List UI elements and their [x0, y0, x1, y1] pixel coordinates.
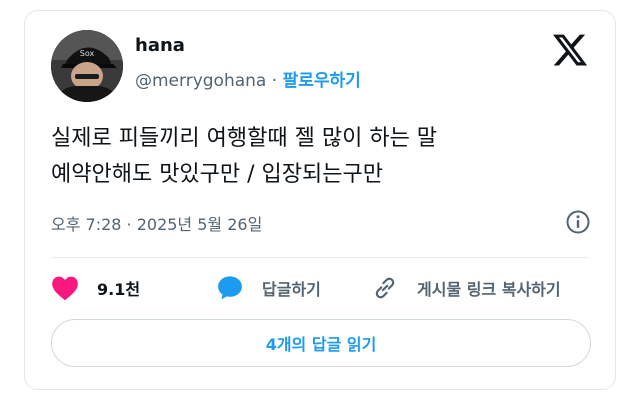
like-button[interactable]: 9.1천: [51, 273, 140, 303]
x-logo-icon[interactable]: [551, 31, 589, 69]
action-bar: 9.1천 답글하기 게시물 링크 복사하기: [51, 273, 599, 303]
speech-bubble-icon: [216, 274, 244, 302]
divider: [51, 257, 589, 258]
follow-button[interactable]: 팔로우하기: [283, 71, 361, 91]
link-icon: [371, 274, 399, 302]
display-name[interactable]: hana: [135, 35, 185, 56]
handle[interactable]: @merrygohana: [135, 71, 266, 91]
heart-icon: [51, 274, 79, 302]
like-count: 9.1천: [97, 280, 141, 299]
handle-row: @merrygohana · 팔로우하기: [135, 66, 361, 91]
reply-button[interactable]: 답글하기: [216, 273, 321, 303]
tweet-text: 실제로 피들끼리 여행할때 젤 많이 하는 말 예약안해도 맛있구만 / 입장되…: [51, 121, 599, 193]
tweet-text-line: 예약안해도 맛있구만 / 입장되는구만: [51, 162, 383, 187]
handle-separator: ·: [266, 71, 283, 91]
tweet-text-line: 실제로 피들끼리 여행할때 젤 많이 하는 말: [51, 126, 438, 151]
avatar[interactable]: Sox: [51, 30, 123, 102]
reply-label: 답글하기: [262, 280, 321, 299]
timestamp[interactable]: 오후 7:28 · 2025년 5월 26일: [51, 211, 262, 235]
svg-text:Sox: Sox: [80, 49, 95, 58]
read-replies-button[interactable]: 4개의 답글 읽기: [51, 319, 591, 367]
info-icon[interactable]: [565, 209, 591, 235]
tweet-card: Sox hana @merrygohana · 팔로우하기 실제로 피들끼리 여…: [24, 10, 616, 390]
copy-link-label: 게시물 링크 복사하기: [417, 280, 561, 299]
copy-link-button[interactable]: 게시물 링크 복사하기: [371, 273, 561, 303]
